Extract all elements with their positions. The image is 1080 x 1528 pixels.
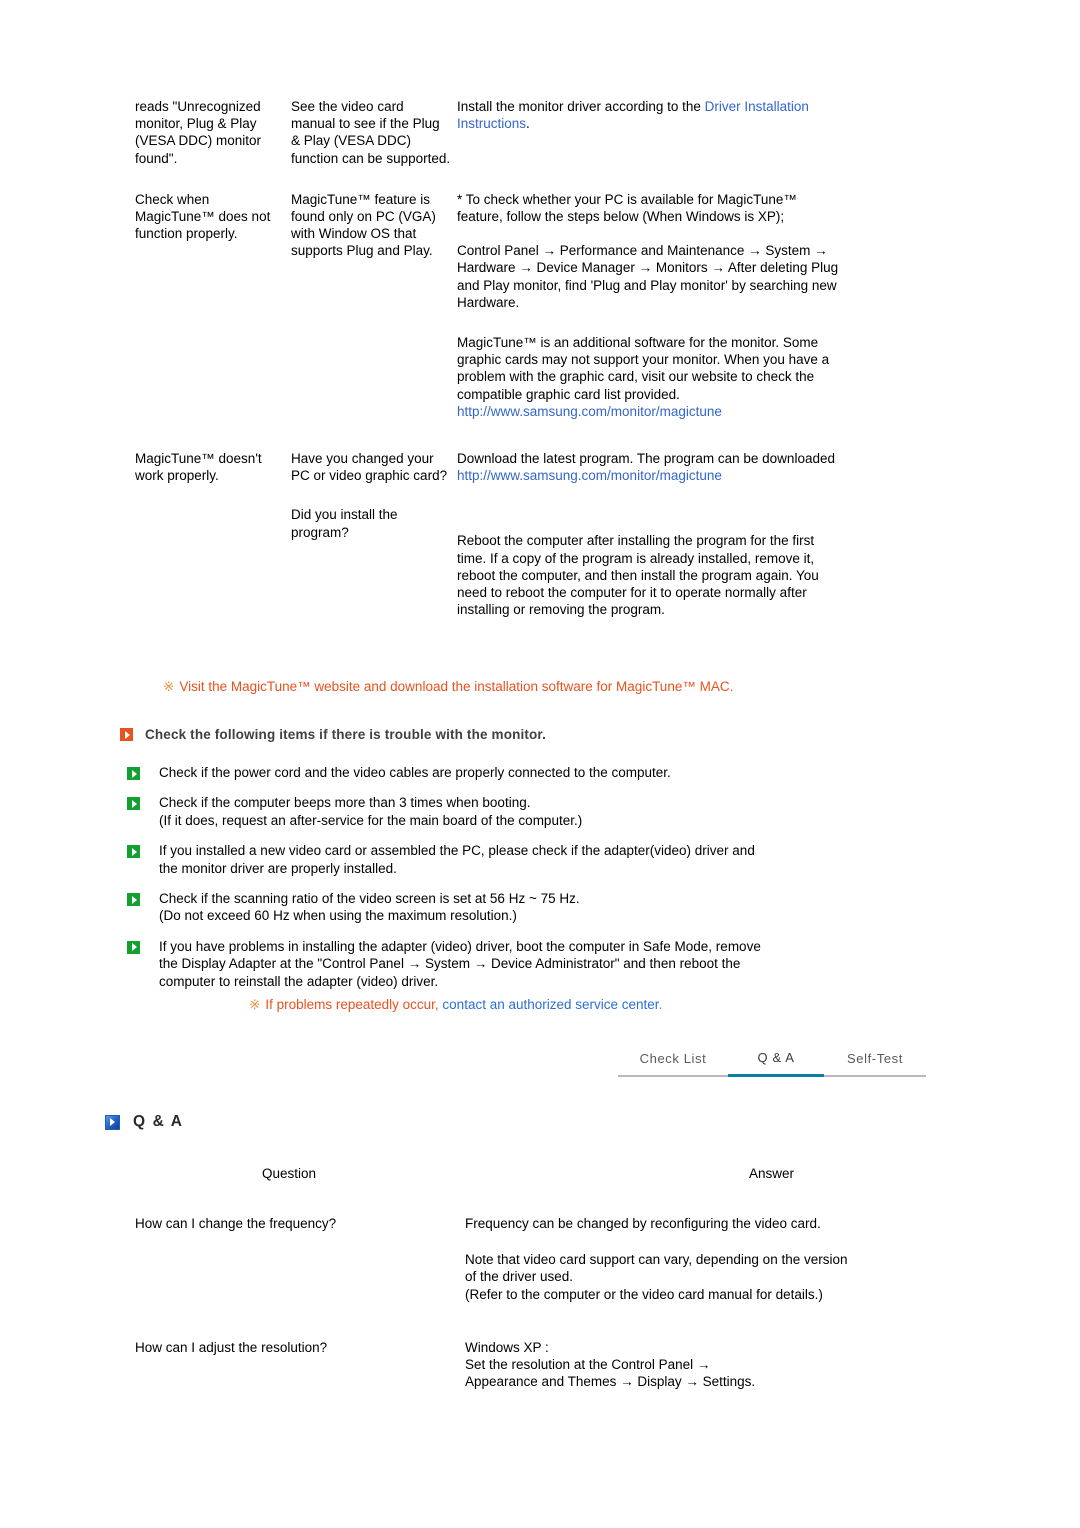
checklist-cell: Have you changed your PC or video graphi… (291, 450, 457, 618)
tab-self-test[interactable]: Self-Test (824, 1051, 926, 1077)
list-item-line: Check if the computer beeps more than 3 … (159, 795, 531, 811)
list-item-line: Check if the power cord and the video ca… (159, 765, 671, 780)
solution-paragraph: Download the latest program. The program… (457, 450, 845, 484)
list-item-text: Check if the power cord and the video ca… (159, 764, 671, 781)
notice-service-center: ※ If problems repeatedly occur, contact a… (249, 996, 662, 1013)
symptom-cell: MagicTune™ doesn't work properly. (135, 451, 262, 484)
solution-text: Install the monitor driver according to … (457, 99, 705, 114)
qa-column-headers: Question Answer (135, 1166, 855, 1181)
check-list-section-heading: Check the following items if there is tr… (120, 727, 546, 742)
solution-cell: Download the latest program. The program… (457, 450, 845, 618)
symptom-cell: Check when MagicTune™ does not function … (135, 191, 271, 242)
checklist-cell: See the video card manual to see if the … (291, 99, 451, 166)
solution-text-suffix: . (526, 116, 530, 132)
qa-row: How can I change the frequency? Frequenc… (135, 1215, 855, 1303)
magictune-url-link[interactable]: http://www.samsung.com/monitor/magictune (457, 403, 845, 420)
reference-mark-icon: ※ (163, 679, 175, 694)
tab-bar: Check List Q & A Self-Test (618, 1050, 926, 1077)
qa-heading-label: Q & A (133, 1113, 184, 1130)
table-row: Check when MagicTune™ does not function … (135, 191, 845, 420)
play-square-green-icon (127, 767, 140, 780)
symptom-cell: reads "Unrecognized monitor, Plug & Play… (135, 99, 262, 166)
notice-text: If problems repeatedly occur, (265, 997, 439, 1012)
solution-paragraph: * To check whether your PC is available … (457, 191, 797, 225)
qa-question: How can I adjust the resolution? (135, 1339, 328, 1355)
notice-text-suffix: . (658, 997, 663, 1012)
qa-answer-paragraph: Windows XP : Set the resolution at the C… (465, 1339, 756, 1390)
list-item-line: If you installed a new video card or ass… (159, 843, 755, 859)
notice-magictune-mac: ※ Visit the MagicTune™ website and downlo… (163, 678, 733, 695)
list-item: If you installed a new video card or ass… (127, 842, 887, 877)
troubleshooting-table: reads "Unrecognized monitor, Plug & Play… (135, 98, 845, 618)
qa-column-header-question: Question (262, 1166, 317, 1181)
qa-answer: Windows XP : Set the resolution at the C… (465, 1339, 855, 1391)
list-item-text: Check if the scanning ratio of the video… (159, 890, 580, 925)
magictune-download-link[interactable]: http://www.samsung.com/monitor/magictune (457, 468, 722, 483)
play-square-green-icon (127, 845, 140, 859)
play-square-green-icon (127, 893, 140, 907)
solution-cell: Install the monitor driver according to … (457, 98, 845, 167)
list-item-text: If you have problems in installing the a… (159, 938, 761, 990)
table-row: MagicTune™ doesn't work properly. Have y… (135, 450, 845, 618)
list-item-line: the monitor driver are properly installe… (159, 860, 397, 876)
qa-answer-paragraph: Note that video card support can vary, d… (465, 1252, 848, 1302)
play-square-green-icon (127, 797, 140, 811)
play-square-blue-icon (105, 1114, 120, 1130)
checklist-question-b: Did you install the program? (291, 507, 398, 540)
qa-answer: Frequency can be changed by reconfigurin… (465, 1215, 855, 1303)
qa-question: How can I change the frequency? (135, 1216, 337, 1231)
section-heading-label: Check the following items if there is tr… (145, 727, 546, 742)
list-item-line: (Do not exceed 60 Hz when using the maxi… (159, 908, 517, 924)
list-item-line: the Display Adapter at the "Control Pane… (159, 956, 741, 972)
tab-q-and-a[interactable]: Q & A (728, 1050, 824, 1077)
qa-row: How can I adjust the resolution? Windows… (135, 1339, 855, 1391)
table-row: reads "Unrecognized monitor, Plug & Play… (135, 98, 845, 167)
qa-table: Question Answer How can I change the fre… (135, 1166, 855, 1390)
list-item: Check if the power cord and the video ca… (127, 764, 887, 781)
row-spacer (135, 167, 845, 191)
list-item-line: Check if the scanning ratio of the video… (159, 891, 580, 907)
list-item: If you have problems in installing the a… (127, 938, 887, 990)
list-item-text: Check if the computer beeps more than 3 … (159, 794, 582, 829)
play-square-green-icon (127, 940, 140, 954)
solution-paragraph: Control Panel → Performance and Maintena… (457, 243, 839, 310)
checklist-cell: MagicTune™ feature is found only on PC (… (291, 191, 436, 259)
tab-check-list[interactable]: Check List (618, 1051, 728, 1077)
list-item-line: If you have problems in installing the a… (159, 938, 761, 954)
service-center-link[interactable]: contact an authorized service center (442, 997, 658, 1012)
list-item-line: computer to reinstall the adapter (video… (159, 973, 439, 989)
solution-paragraph: Reboot the computer after installing the… (457, 533, 819, 618)
reference-mark-icon: ※ (249, 997, 261, 1012)
qa-answer-paragraph: Frequency can be changed by reconfigurin… (465, 1216, 821, 1231)
solution-cell: * To check whether your PC is available … (457, 191, 845, 420)
qa-section-heading: Q & A (105, 1113, 183, 1131)
row-spacer (135, 420, 845, 450)
play-square-orange-icon (120, 728, 133, 741)
solution-text: Download the latest program. The program… (457, 451, 835, 467)
list-item-text: If you installed a new video card or ass… (159, 842, 755, 877)
solution-paragraph: MagicTune™ is an additional software for… (457, 335, 830, 402)
check-list: Check if the power cord and the video ca… (127, 764, 887, 1003)
list-item: Check if the computer beeps more than 3 … (127, 794, 887, 829)
qa-column-header-answer: Answer (749, 1166, 795, 1181)
checklist-question-a: Have you changed your PC or video graphi… (291, 451, 448, 484)
list-item-line: (If it does, request an after-service fo… (159, 812, 583, 828)
list-item: Check if the scanning ratio of the video… (127, 890, 887, 925)
notice-text: Visit the MagicTune™ website and downloa… (179, 679, 734, 694)
